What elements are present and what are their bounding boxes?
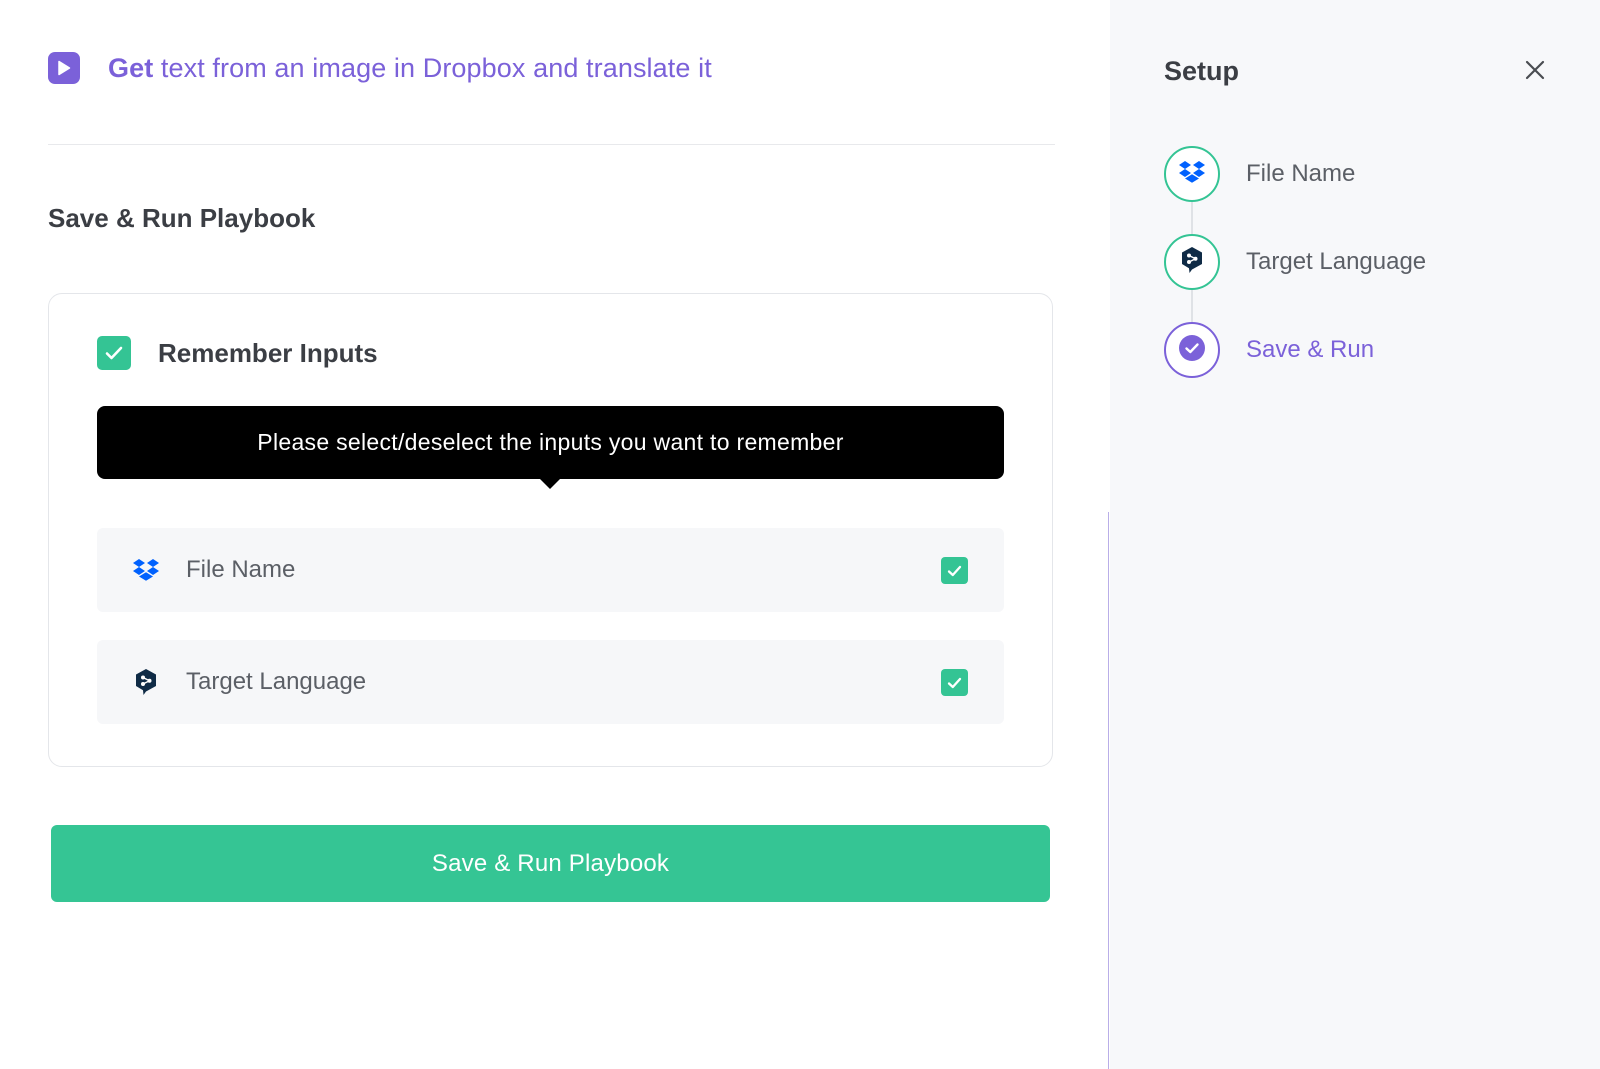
save-and-run-button-label: Save & Run Playbook (431, 849, 670, 877)
dropbox-icon (131, 555, 161, 585)
deepl-icon (1180, 246, 1204, 279)
playbook-title-strong: Get (108, 52, 154, 83)
file-name-checkbox[interactable] (941, 557, 968, 584)
setup-title: Setup (1164, 56, 1240, 86)
step-circle (1164, 146, 1220, 202)
step-circle (1164, 234, 1220, 290)
playbook-title-rest: text from an image in Dropbox and transl… (153, 52, 712, 83)
playbook-header: Get text from an image in Dropbox and tr… (48, 52, 712, 84)
close-icon[interactable] (1522, 57, 1548, 83)
deepl-icon (131, 667, 161, 697)
step-label: Target Language (1246, 248, 1427, 275)
input-row-target-language[interactable]: Target Language (97, 640, 1004, 724)
tooltip-arrow (539, 478, 561, 489)
header-divider (48, 144, 1055, 145)
remember-inputs-label: Remember Inputs (158, 337, 378, 368)
setup-step-file-name[interactable]: File Name (1164, 146, 1355, 202)
playbook-main: Get text from an image in Dropbox and tr… (0, 0, 1088, 1069)
play-icon (48, 52, 80, 84)
step-label: Save & Run (1246, 336, 1375, 363)
tooltip-text: Please select/deselect the inputs you wa… (257, 429, 844, 455)
remember-inputs-row[interactable]: Remember Inputs (97, 336, 378, 370)
remember-tooltip: Please select/deselect the inputs you wa… (97, 406, 1004, 489)
panel-divider-line (1108, 512, 1109, 1069)
target-language-checkbox[interactable] (941, 669, 968, 696)
dropbox-icon (1178, 160, 1206, 189)
save-and-run-button[interactable]: Save & Run Playbook (51, 825, 1050, 902)
playbook-title: Get text from an image in Dropbox and tr… (108, 53, 712, 84)
step-connector (1191, 290, 1193, 322)
step-label: File Name (1246, 160, 1356, 187)
check-circle-icon (1178, 334, 1206, 367)
input-label-target-language: Target Language (186, 668, 367, 695)
step-circle (1164, 322, 1220, 378)
setup-step-target-language[interactable]: Target Language (1164, 234, 1426, 290)
remember-inputs-checkbox[interactable] (97, 336, 131, 370)
input-label-file-name: File Name (186, 556, 296, 583)
input-row-file-name[interactable]: File Name (97, 528, 1004, 612)
section-title: Save & Run Playbook (48, 203, 316, 233)
step-connector (1191, 202, 1193, 234)
setup-step-save-and-run[interactable]: Save & Run (1164, 322, 1374, 378)
setup-panel: Setup File Name Target Language Save & R… (1110, 0, 1600, 1069)
remember-inputs-card: Remember Inputs Please select/deselect t… (48, 293, 1053, 767)
